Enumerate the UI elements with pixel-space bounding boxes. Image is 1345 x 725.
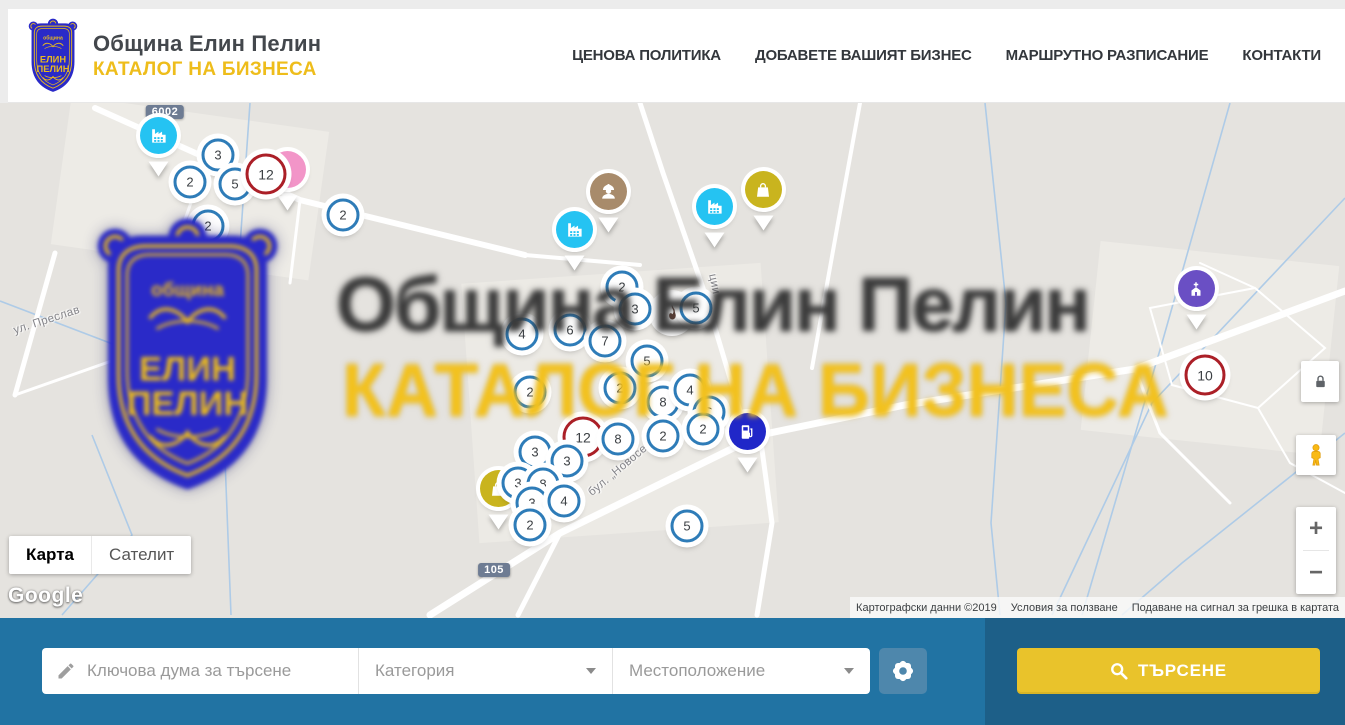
map-marker-fuel[interactable] bbox=[729, 432, 766, 469]
fuel-pump-icon bbox=[738, 423, 756, 441]
map-marker-factory[interactable] bbox=[140, 136, 177, 173]
map-marker-factory[interactable] bbox=[696, 207, 733, 244]
map-cluster-marker[interactable]: 2 bbox=[687, 413, 720, 446]
category-select-label: Категория bbox=[375, 661, 454, 681]
search-button-label: ТЪРСЕНЕ bbox=[1138, 661, 1227, 681]
pin-tail bbox=[564, 256, 584, 281]
map-marker-worker[interactable] bbox=[590, 192, 627, 229]
map-cluster-marker[interactable]: 5 bbox=[631, 345, 664, 378]
pin-tail bbox=[488, 515, 508, 540]
map-cluster-marker[interactable]: 4 bbox=[548, 485, 581, 518]
municipality-crest-logo bbox=[25, 18, 81, 94]
factory-icon bbox=[705, 197, 724, 216]
zoom-out-button[interactable]: − bbox=[1296, 551, 1336, 594]
pin-tail bbox=[598, 218, 618, 243]
map-cluster-marker[interactable]: 2 bbox=[327, 199, 360, 232]
category-select[interactable]: Категория bbox=[358, 648, 612, 694]
site-title: Община Елин Пелин bbox=[93, 31, 321, 57]
map-cluster-marker[interactable]: 5 bbox=[680, 292, 713, 325]
map-cluster-marker[interactable]: 12 bbox=[246, 154, 287, 195]
map-cluster-marker[interactable]: 2 bbox=[647, 420, 680, 453]
zoom-control: + − bbox=[1296, 507, 1336, 594]
google-logo[interactable]: Google bbox=[8, 584, 83, 608]
attribution-terms-link[interactable]: Условия за ползване bbox=[1011, 602, 1118, 614]
map-marker-church[interactable] bbox=[1178, 289, 1215, 326]
map-attribution: Картографски данни ©2019 Условия за полз… bbox=[850, 597, 1345, 618]
map-cluster-marker[interactable]: 5 bbox=[671, 510, 704, 543]
pin-tail bbox=[1186, 315, 1206, 340]
map-marker-factory[interactable] bbox=[556, 230, 593, 267]
brand[interactable]: Община Елин Пелин КАТАЛОГ НА БИЗНЕСА bbox=[25, 18, 321, 94]
map-type-map-button[interactable]: Карта bbox=[9, 536, 91, 574]
location-select[interactable]: Местоположение bbox=[612, 648, 870, 694]
keyword-search-input[interactable] bbox=[87, 661, 358, 681]
map-cluster-marker[interactable]: 10 bbox=[1185, 355, 1226, 396]
church-icon bbox=[1187, 280, 1205, 298]
nav-route-schedule[interactable]: МАРШРУТНО РАЗПИСАНИЕ bbox=[1006, 47, 1209, 64]
shopping-bag-icon bbox=[754, 181, 772, 199]
google-map[interactable]: 6002105ул. Преславбул. „Новоселции 32512… bbox=[0, 103, 1345, 618]
lock-icon bbox=[1312, 372, 1329, 391]
map-type-satellite-button[interactable]: Сателит bbox=[91, 536, 191, 574]
factory-icon bbox=[565, 220, 584, 239]
map-type-control: Карта Сателит bbox=[9, 536, 191, 574]
map-marker-bag[interactable] bbox=[745, 190, 782, 227]
site-subtitle: КАТАЛОГ НА БИЗНЕСА bbox=[93, 59, 321, 81]
search-button[interactable]: ТЪРСЕНЕ bbox=[1017, 648, 1320, 694]
pin-tail bbox=[704, 233, 724, 258]
pegman-icon bbox=[1305, 441, 1327, 469]
factory-icon bbox=[149, 126, 168, 145]
map-markers-layer: 3251222235674528432128223338342510 bbox=[0, 103, 1345, 618]
pin-tail bbox=[277, 196, 297, 221]
map-lock-button[interactable] bbox=[1301, 361, 1339, 402]
chevron-down-icon bbox=[844, 668, 854, 674]
nav-pricing-policy[interactable]: ЦЕНОВА ПОЛИТИКА bbox=[572, 47, 721, 64]
zoom-in-button[interactable]: + bbox=[1296, 507, 1336, 550]
map-cluster-marker[interactable]: 2 bbox=[174, 166, 207, 199]
location-select-label: Местоположение bbox=[629, 661, 765, 681]
advanced-settings-button[interactable] bbox=[879, 648, 927, 694]
street-view-pegman-button[interactable] bbox=[1296, 435, 1336, 475]
map-cluster-marker[interactable]: 6 bbox=[554, 314, 587, 347]
map-cluster-marker[interactable]: 7 bbox=[589, 325, 622, 358]
map-cluster-marker[interactable]: 2 bbox=[604, 372, 637, 405]
worker-icon bbox=[599, 182, 618, 201]
map-cluster-marker[interactable]: 3 bbox=[202, 139, 235, 172]
keyword-field[interactable] bbox=[42, 648, 358, 694]
search-bar: Категория Местоположение ТЪРСЕНЕ bbox=[0, 618, 1345, 725]
search-icon bbox=[1110, 662, 1128, 680]
map-cluster-marker[interactable]: 2 bbox=[514, 509, 547, 542]
nav-add-your-business[interactable]: ДОБАВЕТЕ ВАШИЯТ БИЗНЕС bbox=[755, 47, 972, 64]
map-cluster-marker[interactable]: 4 bbox=[506, 318, 539, 351]
map-cluster-marker[interactable]: 8 bbox=[602, 423, 635, 456]
site-header: Община Елин Пелин КАТАЛОГ НА БИЗНЕСА ЦЕН… bbox=[8, 9, 1345, 103]
chevron-down-icon bbox=[586, 668, 596, 674]
map-cluster-marker[interactable]: 2 bbox=[192, 210, 225, 243]
attribution-report-error-link[interactable]: Подаване на сигнал за грешка в картата bbox=[1132, 602, 1339, 614]
main-nav: ЦЕНОВА ПОЛИТИКА ДОБАВЕТЕ ВАШИЯТ БИЗНЕС М… bbox=[572, 47, 1321, 64]
pin-tail bbox=[737, 458, 757, 483]
pin-tail bbox=[753, 216, 773, 241]
map-cluster-marker[interactable]: 2 bbox=[514, 376, 547, 409]
nav-contacts[interactable]: КОНТАКТИ bbox=[1242, 47, 1321, 64]
map-cluster-marker[interactable]: 3 bbox=[619, 293, 652, 326]
search-fields-group: Категория Местоположение bbox=[42, 648, 870, 694]
pin-tail bbox=[148, 162, 168, 187]
map-cluster-marker[interactable]: 3 bbox=[519, 436, 552, 469]
gear-icon bbox=[891, 659, 915, 683]
attribution-map-data: Картографски данни ©2019 bbox=[856, 602, 997, 614]
pencil-icon bbox=[56, 661, 76, 681]
